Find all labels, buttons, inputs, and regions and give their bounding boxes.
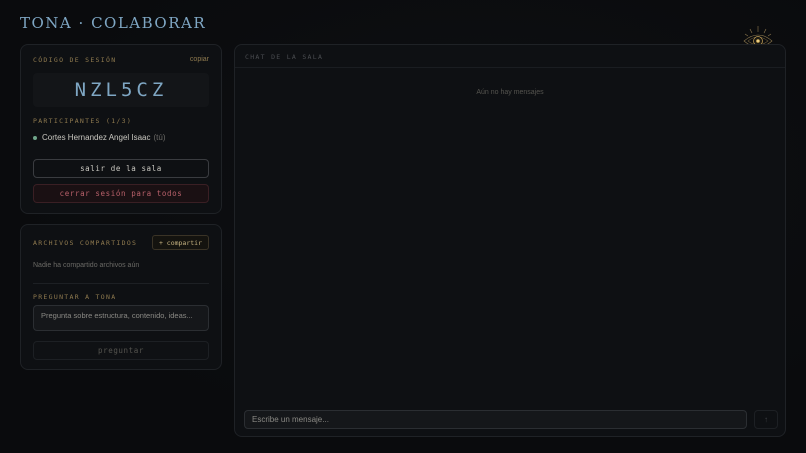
session-code-label: CÓDIGO DE SESIÓN: [33, 56, 117, 64]
participant-item: Cortes Hernandez Angel Isaac (tú): [33, 133, 166, 142]
close-session-for-all-button[interactable]: cerrar sesión para todos: [33, 184, 209, 203]
chat-header: CHAT DE LA SALA: [235, 45, 785, 68]
files-panel: ARCHIVOS COMPARTIDOS + compartir Nadie h…: [20, 224, 222, 370]
chat-panel: CHAT DE LA SALA Aún no hay mensajes ↑: [234, 44, 786, 437]
shared-files-empty-text: Nadie ha compartido archivos aún: [33, 262, 140, 269]
share-file-button[interactable]: + compartir: [151, 235, 209, 250]
copy-code-link[interactable]: copiar: [190, 56, 209, 63]
leave-room-button[interactable]: salir de la sala: [33, 159, 209, 178]
participants-label: PARTICIPANTES (1/3): [33, 117, 133, 125]
participant-you-tag: (tú): [153, 133, 166, 142]
session-code: NZL5CZ: [33, 73, 209, 107]
section-divider: [33, 283, 209, 284]
ask-tona-input[interactable]: [33, 305, 209, 331]
app-title: TONA · COLABORAR: [20, 14, 207, 32]
chat-title: CHAT DE LA SALA: [245, 53, 324, 61]
participant-name: Cortes Hernandez Angel Isaac: [42, 133, 151, 142]
chat-message-input[interactable]: [244, 410, 747, 429]
shared-files-label: ARCHIVOS COMPARTIDOS: [33, 239, 138, 247]
arrow-up-icon: ↑: [764, 415, 768, 424]
page: TONA · COLABORAR CÓDIGO DE SESIÓN copiar…: [0, 0, 806, 453]
send-message-button[interactable]: ↑: [754, 410, 778, 429]
ask-button[interactable]: preguntar: [33, 341, 209, 360]
chat-input-row: ↑: [244, 410, 778, 429]
online-status-dot: [33, 135, 37, 140]
chat-empty-text: Aún no hay mensajes: [476, 89, 544, 96]
ask-tona-label: PREGUNTAR A TONA: [33, 293, 117, 301]
session-panel: CÓDIGO DE SESIÓN copiar NZL5CZ PARTICIPA…: [20, 44, 222, 214]
